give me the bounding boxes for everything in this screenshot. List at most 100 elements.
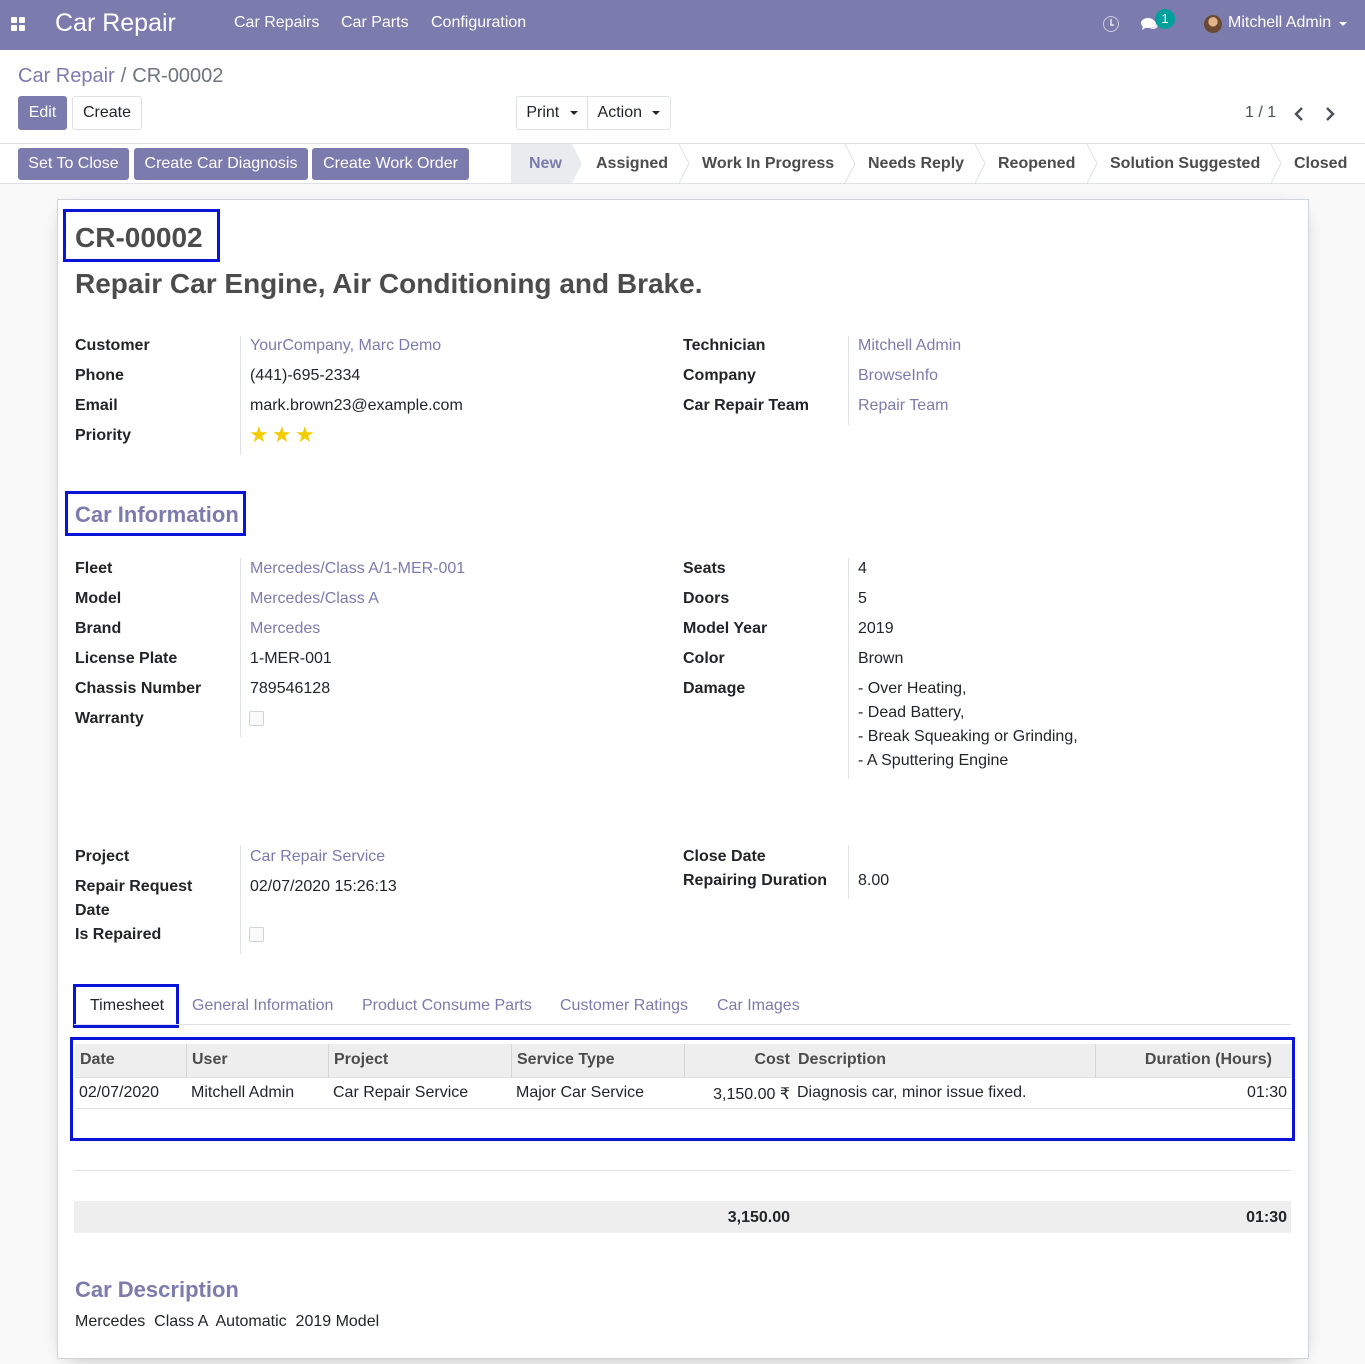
company-label: Company bbox=[683, 367, 756, 384]
company-value[interactable]: BrowseInfo bbox=[858, 367, 938, 385]
pager-previous-icon[interactable] bbox=[1293, 106, 1305, 122]
field-divider bbox=[848, 336, 849, 425]
fleet-label: Fleet bbox=[75, 560, 113, 577]
tab-customer-ratings[interactable]: Customer Ratings bbox=[560, 997, 688, 1015]
damage-line: - Dead Battery, bbox=[858, 704, 965, 721]
close-date-label: Close Date bbox=[683, 848, 766, 865]
breadcrumb-separator: / bbox=[120, 65, 127, 87]
record-title: Repair Car Engine, Air Conditioning and … bbox=[75, 268, 703, 299]
timesheet-table-highlight-box bbox=[70, 1037, 1295, 1141]
repair-request-date-label: Repair Request bbox=[75, 878, 193, 895]
technician-label: Technician bbox=[683, 337, 766, 354]
user-menu-caret-icon[interactable] bbox=[1339, 22, 1347, 26]
top-navbar: Car Repair Car Repairs Car Parts Configu… bbox=[0, 0, 1365, 50]
brand-value[interactable]: Mercedes bbox=[250, 620, 320, 638]
technician-value[interactable]: Mitchell Admin bbox=[858, 337, 961, 355]
repairing-duration-label: Repairing Duration bbox=[683, 872, 828, 889]
stage-separator-icon bbox=[1270, 144, 1282, 183]
stage-separator-icon bbox=[844, 144, 856, 183]
user-avatar[interactable] bbox=[1204, 15, 1222, 33]
create-button[interactable]: Create bbox=[72, 96, 142, 130]
stage-new[interactable]: New bbox=[511, 144, 582, 183]
stage-closed[interactable]: Closed bbox=[1294, 144, 1347, 183]
user-menu[interactable]: Mitchell Admin bbox=[1228, 14, 1331, 32]
tab-product-consume-parts[interactable]: Product Consume Parts bbox=[362, 997, 532, 1015]
damage-label: Damage bbox=[683, 680, 746, 697]
field-divider bbox=[848, 845, 849, 899]
seats-label: Seats bbox=[683, 560, 726, 577]
field-divider bbox=[848, 558, 849, 779]
action-caret-icon bbox=[652, 110, 661, 115]
fleet-value[interactable]: Mercedes/Class A/1-MER-001 bbox=[250, 560, 465, 578]
repair-request-date-value: 02/07/2020 15:26:13 bbox=[250, 878, 397, 895]
total-duration: 01:30 bbox=[1246, 1209, 1287, 1226]
breadcrumb: Car Repair / CR-00002 bbox=[18, 65, 223, 88]
action-dropdown-button[interactable]: Action bbox=[587, 96, 671, 130]
tab-general-information[interactable]: General Information bbox=[192, 997, 333, 1015]
phone-value: (441)-695-2334 bbox=[250, 367, 361, 384]
model-value[interactable]: Mercedes/Class A bbox=[250, 590, 379, 608]
tab-car-images[interactable]: Car Images bbox=[717, 997, 800, 1015]
statusbar: Set To Close Create Car Diagnosis Create… bbox=[0, 144, 1365, 184]
warranty-label: Warranty bbox=[75, 710, 144, 727]
priority-star-icon[interactable]: ★ bbox=[272, 424, 292, 446]
menu-car-repairs[interactable]: Car Repairs bbox=[234, 14, 319, 32]
chat-unread-badge: 1 bbox=[1155, 9, 1175, 29]
apps-menu-icon[interactable] bbox=[11, 17, 26, 32]
set-to-close-button[interactable]: Set To Close bbox=[18, 148, 129, 180]
action-label: Action bbox=[597, 104, 642, 121]
car-description-text: Mercedes Class A Automatic 2019 Model bbox=[75, 1313, 380, 1330]
stage-assigned[interactable]: Assigned bbox=[596, 144, 668, 183]
damage-line: - Break Squeaking or Grinding, bbox=[858, 728, 1078, 745]
car-repair-team-value[interactable]: Repair Team bbox=[858, 397, 948, 415]
print-dropdown-button[interactable]: Print bbox=[516, 96, 588, 130]
project-label: Project bbox=[75, 848, 130, 865]
pager-next-icon[interactable] bbox=[1324, 106, 1336, 122]
car-information-title: Car Information bbox=[75, 502, 239, 527]
tabs-divider bbox=[74, 1024, 1291, 1025]
stage-reopened[interactable]: Reopened bbox=[998, 144, 1075, 183]
tab-timesheet[interactable]: Timesheet bbox=[90, 997, 164, 1015]
field-divider bbox=[240, 845, 241, 954]
print-caret-icon bbox=[569, 110, 578, 115]
row-divider bbox=[74, 1170, 1291, 1171]
priority-star-icon[interactable]: ★ bbox=[249, 424, 269, 446]
repair-request-date-label-line2: Date bbox=[75, 902, 110, 919]
edit-button[interactable]: Edit bbox=[18, 96, 67, 130]
color-label: Color bbox=[683, 650, 725, 667]
model-year-label: Model Year bbox=[683, 620, 768, 637]
stage-needs-reply[interactable]: Needs Reply bbox=[868, 144, 964, 183]
model-label: Model bbox=[75, 590, 122, 607]
breadcrumb-parent-link[interactable]: Car Repair bbox=[18, 65, 115, 87]
warranty-checkbox[interactable] bbox=[249, 711, 264, 726]
email-value: mark.brown23@example.com bbox=[250, 397, 463, 414]
form-sheet: CR-00002 Repair Car Engine, Air Conditio… bbox=[57, 199, 1309, 1359]
license-plate-value: 1-MER-001 bbox=[250, 650, 332, 667]
control-panel: Car Repair / CR-00002 Edit Create Print Ac… bbox=[0, 50, 1365, 144]
field-divider bbox=[240, 336, 241, 455]
brand-label: Brand bbox=[75, 620, 122, 637]
is-repaired-label: Is Repaired bbox=[75, 926, 162, 943]
customer-value[interactable]: YourCompany, Marc Demo bbox=[250, 337, 441, 355]
print-label: Print bbox=[526, 104, 560, 121]
car-repair-team-label: Car Repair Team bbox=[683, 397, 809, 414]
create-work-order-button[interactable]: Create Work Order bbox=[312, 148, 469, 180]
activity-clock-icon[interactable] bbox=[1103, 16, 1119, 32]
stage-solution-suggested[interactable]: Solution Suggested bbox=[1110, 144, 1260, 183]
create-car-diagnosis-button[interactable]: Create Car Diagnosis bbox=[134, 148, 308, 180]
menu-configuration[interactable]: Configuration bbox=[431, 14, 526, 32]
damage-line: - A Sputtering Engine bbox=[858, 752, 1009, 769]
app-title[interactable]: Car Repair bbox=[55, 9, 176, 38]
is-repaired-checkbox[interactable] bbox=[249, 927, 264, 942]
stage-separator-icon bbox=[1086, 144, 1098, 183]
seats-value: 4 bbox=[858, 560, 867, 577]
car-description-title: Car Description bbox=[75, 1277, 239, 1302]
stage-work-in-progress[interactable]: Work In Progress bbox=[702, 144, 834, 183]
menu-car-parts[interactable]: Car Parts bbox=[341, 14, 409, 32]
record-reference: CR-00002 bbox=[75, 222, 203, 253]
color-value: Brown bbox=[858, 650, 904, 667]
pager-value[interactable]: 1 / 1 bbox=[1245, 104, 1276, 122]
doors-value: 5 bbox=[858, 590, 867, 607]
project-value[interactable]: Car Repair Service bbox=[250, 848, 385, 866]
priority-star-icon[interactable]: ★ bbox=[295, 424, 315, 446]
